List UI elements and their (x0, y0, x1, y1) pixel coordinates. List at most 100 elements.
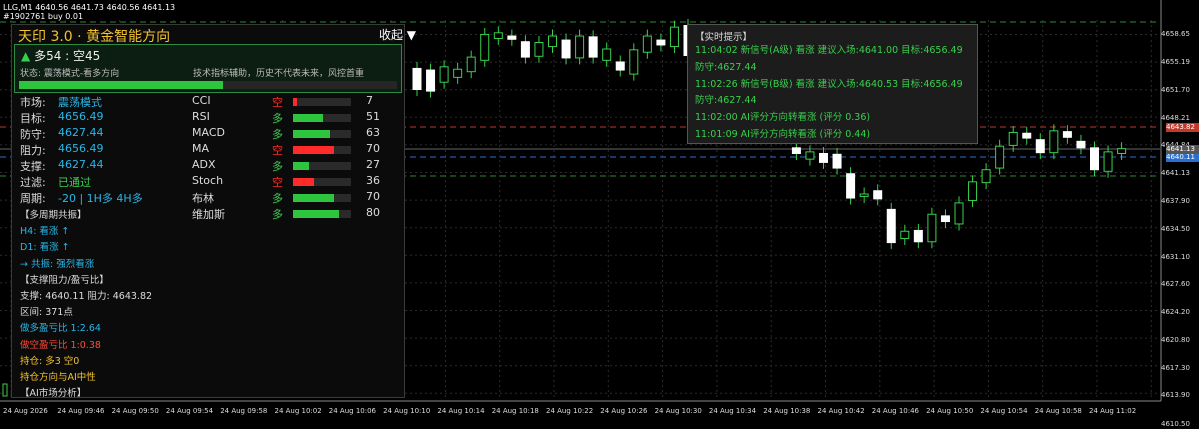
hint-line: 11:02:26 新信号(B级) 看涨 建议入场:4640.53 目标:4656… (695, 78, 963, 90)
analysis-line: → 共振: 强烈看涨 (20, 258, 95, 270)
price-axis-label: 4634.50 (1161, 225, 1190, 233)
score-text: ▲ 多54 : 空45 (21, 47, 100, 64)
bear-candle (520, 41, 530, 58)
bear-candle (1062, 131, 1072, 138)
indicator-score: 70 (366, 142, 380, 155)
bull-candle (548, 35, 557, 48)
indicator-bar (293, 210, 351, 218)
indicator-row: 市场: 震荡模式 CCI 空 7 (20, 94, 390, 110)
analysis-line: 做多盈亏比 1:2.64 (20, 323, 101, 335)
hint-line: 防守:4627.44 (695, 95, 757, 107)
indicator-bar (293, 146, 351, 154)
bear-candle (1022, 132, 1032, 139)
row-key: 市场: (20, 96, 46, 109)
indicator-bar-fill (293, 114, 323, 122)
bull-candle (439, 66, 449, 83)
bull-candle (1008, 131, 1018, 146)
bull-candle (534, 42, 544, 57)
row-value: 4656.49 (58, 142, 104, 155)
bear-candle (1035, 139, 1045, 154)
price-axis-label: 4637.90 (1161, 197, 1190, 205)
bear-candle (819, 152, 828, 163)
indicator-direction: 多 (272, 128, 283, 141)
time-axis-label: 24 Aug 09:54 (165, 407, 214, 415)
collapse-button[interactable]: 收起 ▼ (379, 26, 416, 43)
row-value: 震荡模式 (58, 96, 102, 109)
analysis-line: H4: 看涨 ↑ (20, 226, 70, 238)
indicator-row: 支撑: 4627.44 ADX 多 27 (20, 158, 390, 174)
bull-candle (493, 32, 503, 39)
bear-candle (561, 39, 571, 59)
price-axis-label: 4648.21 (1161, 114, 1190, 122)
time-axis-label: 24 Aug 10:30 (654, 407, 702, 415)
bear-candle (886, 208, 896, 244)
bear-candle (656, 39, 666, 46)
bull-candle (927, 213, 937, 243)
price-axis-label: 4658.65 (1161, 30, 1190, 38)
current-price-tag: 4641.13 (1166, 145, 1199, 154)
hint-line: 11:02:00 AI评分方向转看涨 (评分 0.36) (695, 112, 871, 124)
bear-candle (588, 36, 598, 58)
hint-title: 【实时提示】 (695, 32, 753, 43)
row-value: 4627.44 (58, 158, 104, 171)
row-key: 支撑: (20, 160, 46, 173)
symbol-info: LLG,M1 4640.56 4641.73 4640.56 4641.13 #… (3, 3, 175, 21)
indicator-bar (293, 194, 351, 202)
indicator-bar-fill (293, 178, 314, 186)
time-axis-label: 24 Aug 09:58 (220, 407, 268, 415)
bull-candle (602, 48, 612, 61)
bull-candle (1117, 148, 1127, 154)
row-value: 已通过 (58, 176, 91, 189)
analysis-line: 做空盈亏比 1:0.38 (20, 339, 101, 351)
indicator-bar (293, 98, 351, 106)
bull-candle (859, 193, 869, 197)
time-axis-label: 24 Aug 10:46 (871, 407, 919, 415)
indicator-score: 70 (366, 190, 380, 203)
time-axis-label: 24 Aug 10:42 (817, 407, 865, 415)
bull-candle (669, 26, 679, 48)
bull-candle (981, 169, 991, 184)
row-value: 4627.44 (58, 126, 104, 139)
row-key: 周期: (20, 192, 46, 205)
time-axis-label: 24 Aug 10:18 (491, 407, 539, 415)
bull-candle (466, 56, 476, 73)
row-key: 防守: (20, 128, 46, 141)
indicator-row: 阻力: 4656.49 MA 空 70 (20, 142, 390, 158)
analysis-line: 【AI市场分析】 (20, 388, 87, 400)
bear-candle (507, 35, 517, 40)
indicator-score: 80 (366, 206, 380, 219)
panel-title: 天印 3.0 · 黄金智能方向 (18, 29, 171, 45)
resistance-price-tag: 4643.82 (1166, 123, 1199, 132)
analysis-line: 持仓方向与AI中性 (20, 372, 96, 383)
bull-candle (480, 33, 490, 61)
bull-candle (968, 181, 978, 201)
indicator-bar (293, 130, 351, 138)
indicator-name: Stoch (192, 174, 224, 187)
analysis-line: 持仓: 多3 空0 (20, 355, 80, 367)
hint-line: 11:01:09 AI评分方向转看涨 (评分 0.44) (695, 129, 871, 140)
bear-candle (832, 153, 842, 169)
bull-candle (954, 202, 964, 225)
hint-line: 防守:4627.44 (695, 61, 757, 73)
bear-candle (940, 215, 950, 223)
state-text: 状态: 震荡模式-看多方向 (20, 69, 120, 79)
support-price-tag: 4640.11 (1166, 153, 1199, 162)
indicator-bar (293, 114, 351, 122)
price-axis-label: 4610.50 (1161, 420, 1190, 428)
indicator-direction: 空 (272, 96, 283, 109)
bear-candle (426, 69, 436, 92)
up-triangle-icon: ▲ (21, 49, 31, 63)
bear-candle (791, 147, 801, 154)
price-axis-label: 4651.70 (1161, 86, 1190, 94)
bear-candle (412, 67, 422, 90)
row-value: 4656.49 (58, 110, 104, 123)
indicator-row: 防守: 4627.44 MACD 多 63 (20, 126, 390, 142)
time-axis-label: 24 Aug 09:50 (111, 407, 159, 415)
indicator-score: 27 (366, 158, 380, 171)
analysis-line: 支撑: 4640.11 阻力: 4643.82 (20, 291, 153, 302)
indicator-bar-fill (293, 162, 309, 170)
time-axis-label: 24 Aug 11:02 (1089, 407, 1137, 415)
indicator-score: 36 (366, 174, 380, 187)
price-axis-label: 4620.80 (1161, 336, 1190, 344)
bear-candle (1076, 140, 1086, 149)
